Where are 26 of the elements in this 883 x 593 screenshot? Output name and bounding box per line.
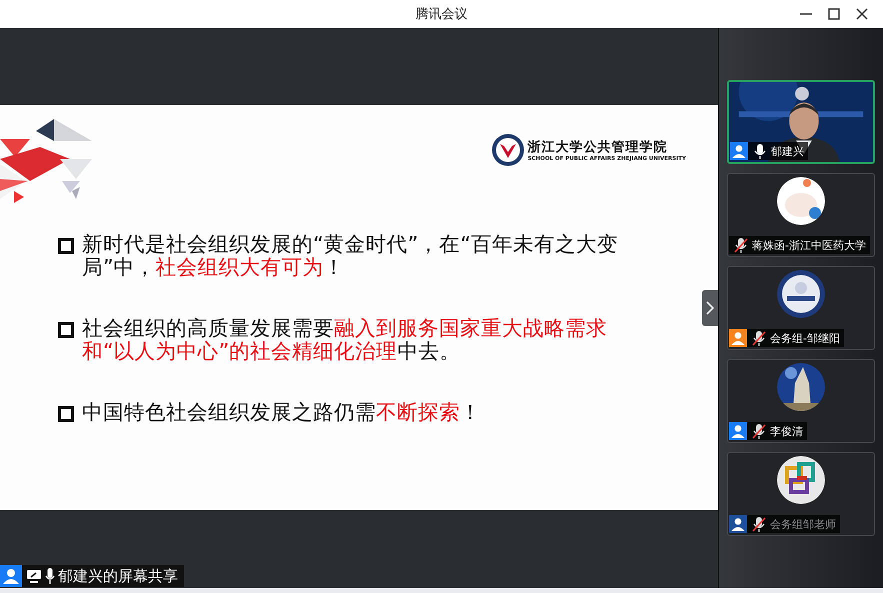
chevron-right-icon xyxy=(706,301,714,315)
school-name: 浙江大学公共管理学院 xyxy=(528,138,669,156)
square-bullet-icon xyxy=(58,406,74,422)
square-bullet-icon xyxy=(58,238,74,254)
bullet-text: 中国特色社会组织发展之路仍需不断探索！ xyxy=(82,401,482,424)
screen-share-icon xyxy=(26,569,42,583)
square-bullet-icon xyxy=(58,322,74,338)
participant-tile[interactable]: 李俊清 xyxy=(727,359,875,443)
share-label-text: 郁建兴的屏幕共享 xyxy=(58,566,178,586)
bullet-text: 社会组织的高质量发展需要融入到服务国家重大战略需求和“以人为中心”的社会精细化治理中去。 xyxy=(82,317,608,363)
maximize-icon[interactable] xyxy=(827,7,841,21)
close-icon[interactable] xyxy=(855,7,869,21)
participant-tile[interactable]: 郁建兴 xyxy=(727,80,875,164)
microphone-icon xyxy=(45,568,55,584)
university-emblem-icon xyxy=(490,133,525,167)
participant-name: 郁建兴 xyxy=(771,144,804,158)
participant-name: 会务组邹老师 xyxy=(770,516,836,532)
participant-name: 李俊清 xyxy=(770,424,803,438)
expand-panel-button[interactable] xyxy=(702,290,718,326)
participant-name: 蒋姝函-浙江中医药大学 xyxy=(752,238,866,252)
participant-name: 会务组-邹继阳 xyxy=(770,330,840,346)
participant-tile[interactable]: 蒋姝函-浙江中医药大学 xyxy=(727,173,875,257)
bullet-text: 新时代是社会组织发展的“黄金时代”，在“百年未有之大变局”中，社会组织大有可为！ xyxy=(82,233,619,279)
participant-tile[interactable]: 会务组-邹继阳 xyxy=(727,266,875,350)
window-title: 腾讯会议 xyxy=(416,6,468,23)
user-avatar-icon xyxy=(0,565,22,587)
